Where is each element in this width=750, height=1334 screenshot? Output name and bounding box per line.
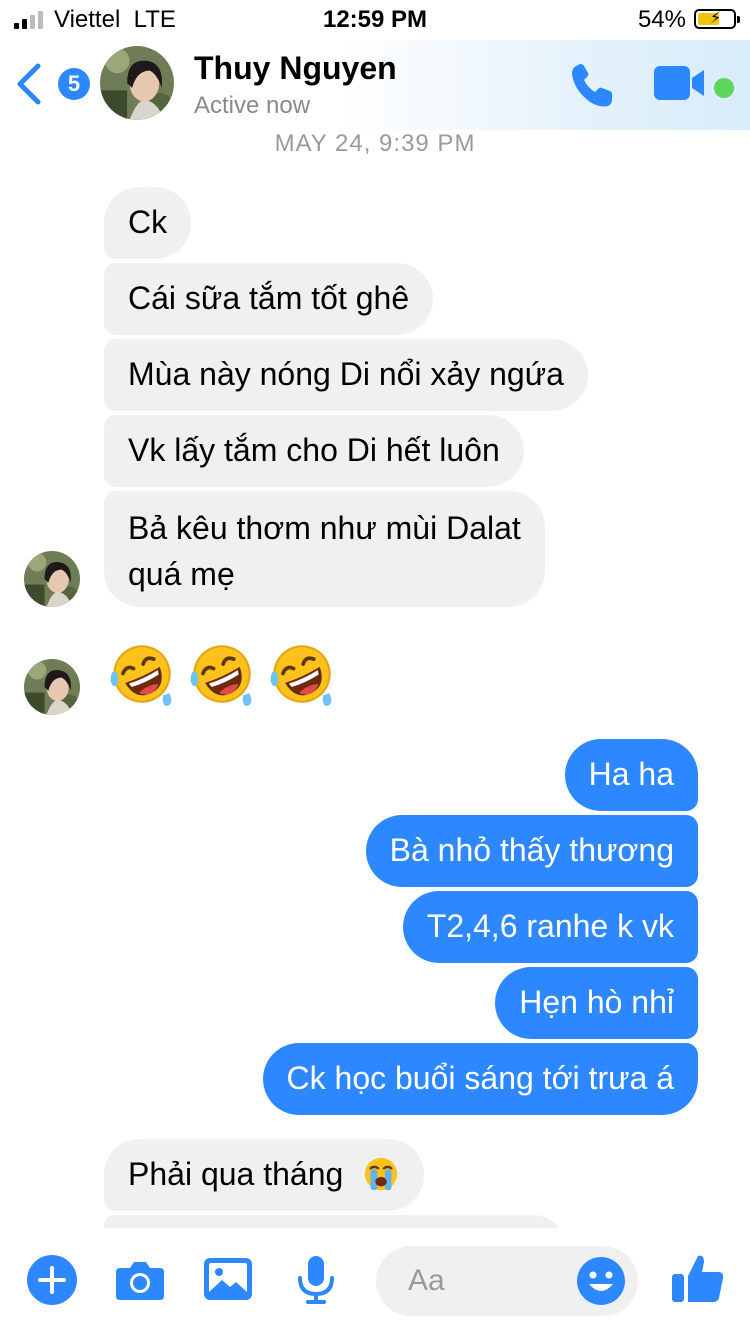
message-timestamp: MAY 24, 9:39 PM [274,130,476,157]
microphone-icon[interactable] [290,1254,342,1306]
unread-badge: 5 [58,68,90,100]
message-input-container [376,1246,638,1316]
outgoing-message[interactable]: Ck học buổi sáng tới trưa á [262,1043,698,1115]
message-text: Phải qua tháng [128,1156,344,1192]
camera-icon[interactable] [114,1254,166,1306]
message-composer [0,1228,750,1334]
incoming-message[interactable]: Cái sữa tắm tốt ghê [104,263,434,335]
outgoing-message[interactable]: Ha ha [564,739,698,811]
thumbs-up-icon[interactable] [670,1250,726,1306]
loudly-crying-emoji [365,1157,398,1191]
chevron-left-icon [17,63,41,105]
status-bar: Viettel LTE 12:59 PM 54% ⚡ [0,0,750,40]
message-input[interactable] [406,1260,570,1302]
smiley-icon[interactable] [576,1256,626,1306]
contact-status: Active now [194,92,311,119]
rolling-on-floor-laughing-emoji[interactable] [188,640,256,708]
message-line: quá mẹ [128,556,235,592]
rolling-on-floor-laughing-emoji[interactable] [108,640,176,708]
active-status-dot [714,78,734,98]
chat-header: 5 Thuy Nguyen Active now [0,40,750,130]
rolling-on-floor-laughing-emoji[interactable] [268,640,336,708]
outgoing-message[interactable]: Hẹn hò nhỉ [495,967,698,1039]
incoming-message[interactable]: Mùa này nóng Di nổi xảy ngứa [104,339,588,411]
sender-avatar[interactable] [24,659,80,715]
battery-percent: 54% [637,6,686,33]
image-icon[interactable] [202,1254,254,1306]
phone-icon [572,64,612,107]
sender-avatar[interactable] [24,551,80,607]
message-line: Bả kêu thơm như mùi Dalat [128,510,521,546]
contact-avatar[interactable] [100,46,174,120]
video-camera-icon [654,66,704,100]
incoming-message[interactable]: Ck [104,187,192,259]
plus-icon[interactable] [26,1254,78,1306]
incoming-message[interactable]: Bả kêu thơm như mùi Dalat quá mẹ [104,491,545,607]
outgoing-message[interactable]: T2,4,6 ranhe k vk [402,891,698,963]
call-button[interactable] [566,60,622,110]
incoming-message[interactable]: Vk lấy tắm cho Di hết luôn [104,415,524,487]
battery-icon: ⚡ [694,9,740,29]
incoming-message[interactable]: Phải qua tháng [104,1139,425,1211]
video-call-button[interactable] [652,64,712,104]
outgoing-message[interactable]: Bà nhỏ thấy thương [365,815,698,887]
contact-name[interactable]: Thuy Nguyen [194,50,397,87]
back-button[interactable]: 5 [14,60,90,106]
